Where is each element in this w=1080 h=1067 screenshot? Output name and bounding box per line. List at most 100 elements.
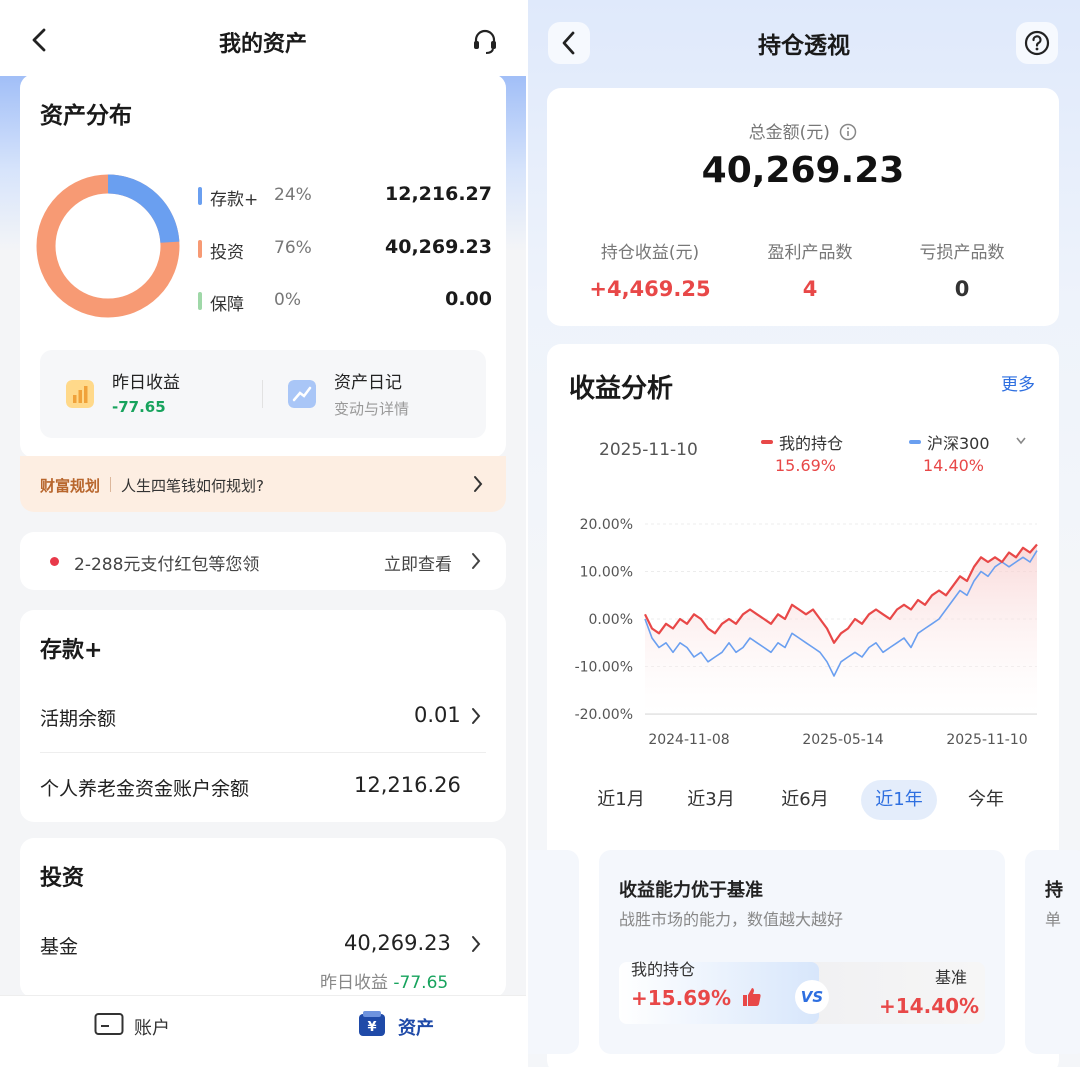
pension-account-value: 12,216.26 [354,773,461,797]
profit-products-stat: 盈利产品数 4 [725,238,895,301]
chevron-right-icon [472,553,481,569]
legend-name: 我的持仓 [779,434,844,453]
next-compare-card-peek[interactable]: 持 单 [1025,850,1080,1054]
row-divider [40,752,486,753]
compare-title: 收益能力优于基准 [619,880,763,901]
x-tick-label: 2025-05-14 [802,732,883,748]
stat-value: +4,469.25 [589,277,711,301]
page-title: 我的资产 [218,32,307,57]
plan-tag: 财富规划 [40,477,101,495]
chevron-right-icon[interactable] [470,706,482,726]
legend-color-bar [198,292,202,310]
legend-name: 沪深300 [927,434,990,453]
compare-card[interactable]: 收益能力优于基准 战胜市场的能力，数值越大越好 我的持仓 +15.69% VS … [599,850,1005,1054]
trend-chart-icon [288,380,316,408]
income-line-chart[interactable]: 20.00% 10.00% 0.00% -10.00% -20.00% 2024-11-0… [547,504,1059,754]
next-card-sub-glyph: 单 [1045,910,1062,929]
total-amount-value: 40,269.23 [701,150,905,191]
range-tab[interactable]: 近3月 [671,780,751,820]
distribution-title: 资产分布 [40,103,132,129]
info-icon[interactable] [839,123,857,141]
legend-value: 15.69% [775,456,837,475]
more-link[interactable]: 更多 [1001,370,1035,395]
asset-diary-sub: 变动与详情 [334,400,410,418]
legend-swatch-blue [909,440,921,444]
y-tick-label: -10.00% [575,660,633,676]
range-tab[interactable]: 今年 [951,780,1021,820]
stat-label: 亏损产品数 [919,243,1005,263]
legend-row-invest[interactable]: 投资 76% 40,269.23 [198,235,492,263]
left-header: 我的资产 [0,0,526,76]
x-tick-label: 2024-11-08 [648,732,729,748]
legend-percent: 0% [274,290,301,310]
help-question-icon [1024,30,1050,56]
compare-subtitle: 战胜市场的能力，数值越大越好 [619,910,844,929]
deposit-title: 存款+ [40,638,103,663]
asset-distribution-card: 资产分布 存款+ 24% 12,216.27 投资 76% 40,269.23 … [20,74,506,458]
legend-color-bar [198,187,202,205]
legend-color-bar [198,240,202,258]
legend-name: 存款+ [210,190,259,210]
legend-value: 12,216.27 [385,183,492,205]
tab-assets-label: 资产 [398,1018,434,1039]
demand-balance-value: 0.01 [414,703,461,727]
y-tick-label: 20.00% [580,517,633,533]
legend-row-deposit[interactable]: 存款+ 24% 12,216.27 [198,182,492,210]
total-amount-label-text: 总金额(元) [748,123,830,143]
page-title: 持仓透视 [758,33,850,59]
fund-yesterday-income: 昨日收益 -77.65 [320,968,448,993]
stat-label: 盈利产品数 [767,243,853,263]
y-tick-label: -20.00% [575,707,633,723]
legend-name: 保障 [210,295,244,315]
range-tab[interactable]: 近1月 [581,780,661,820]
wealth-plan-banner[interactable]: 财富规划 人生四笔钱如何规划? [20,456,506,512]
next-card-title-glyph: 持 [1045,880,1063,901]
bottom-tab-bar: 账户 ¥ 资产 [0,995,526,1067]
y-tick-label: 0.00% [589,612,633,628]
asset-donut-chart [36,174,180,318]
holding-income-stat: 持仓收益(元) +4,469.25 [565,238,735,301]
total-amount-label: 总金额(元) [547,118,1059,143]
legend-value: 14.40% [923,456,985,475]
chevron-right-icon[interactable] [470,934,482,954]
stat-label: 持仓收益(元) [600,243,700,263]
right-screen-holdings: 持仓透视 总金额(元) 40,269.23 持仓收益(元) +4,469.25 … [528,0,1080,1067]
legend-value: 0.00 [445,288,492,310]
wallet-card-icon [94,1013,124,1035]
asset-diary-label[interactable]: 资产日记 [334,368,402,393]
legend-name: 投资 [210,243,244,263]
tab-account-label: 账户 [134,1018,170,1039]
compare-my-value: +15.69% [631,986,762,1010]
chevron-right-icon [474,476,483,492]
compare-my-label: 我的持仓 [631,960,696,979]
yesterday-income-label[interactable]: 昨日收益 [112,368,180,393]
red-packet-promo[interactable]: 2-288元支付红包等您领 立即查看 [20,532,506,590]
plan-divider [110,477,111,492]
income-analysis-card: 收益分析 更多 2025-11-10 我的持仓 15.69% 沪深300 14.… [528,344,1080,1067]
summary-card: 总金额(元) 40,269.23 持仓收益(元) +4,469.25 盈利产品数… [547,88,1059,326]
compare-my-value-text: +15.69% [631,986,732,1010]
fund-label[interactable]: 基金 [40,932,78,959]
legend-value: 40,269.23 [385,236,492,258]
range-tab[interactable]: 近1年 [861,780,937,820]
customer-service-icon[interactable] [470,26,500,56]
legend-row-insurance[interactable]: 保障 0% 0.00 [198,287,492,315]
my-holding-area [645,544,1037,714]
legend-percent: 24% [274,185,312,205]
help-button[interactable] [1016,22,1058,64]
demand-balance-label[interactable]: 活期余额 [40,704,116,731]
range-tab[interactable]: 近6月 [765,780,845,820]
legend-swatch-red [761,440,773,444]
x-tick-label: 2025-11-10 [946,732,1027,748]
thumbs-up-icon [743,988,761,1006]
divider [262,380,263,408]
prev-compare-card-peek[interactable] [528,850,579,1054]
investment-title: 投资 [40,866,85,891]
time-range-tabs: 近1月 近3月 近6月 近1年 今年 [547,780,1059,820]
assets-yuan-icon: ¥ [359,1011,385,1036]
deposit-card: 存款+ 活期余额 0.01 个人养老金资金账户余额 12,216.26 [20,610,506,822]
promo-view-link[interactable]: 立即查看 [384,550,452,575]
analysis-title: 收益分析 [569,374,674,404]
promo-text: 2-288元支付红包等您领 [74,555,260,575]
plan-text: 人生四笔钱如何规划? [121,477,264,495]
